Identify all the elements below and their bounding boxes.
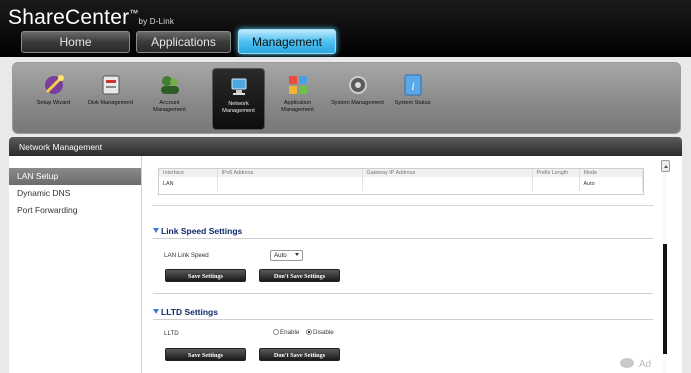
link-speed-save-button[interactable]: Save Settings bbox=[165, 269, 246, 282]
column-header: IPv6 Address bbox=[217, 169, 363, 177]
toolbar-label: System Status bbox=[394, 100, 431, 106]
gear-icon bbox=[348, 76, 367, 94]
lan-link-speed-label: LAN Link Speed bbox=[164, 252, 209, 259]
lltd-heading[interactable]: LLTD Settings bbox=[153, 307, 218, 317]
sidebar: LAN Setup Dynamic DNS Port Forwarding bbox=[9, 156, 142, 373]
table-header-row: Interface IPv6 Address Gateway IP Addres… bbox=[159, 169, 643, 177]
tab-management[interactable]: Management bbox=[238, 29, 336, 54]
management-toolbar: Setup Wizard Disk Management Account Man… bbox=[12, 62, 681, 134]
radio-on-icon bbox=[306, 329, 312, 335]
table-cell bbox=[532, 177, 580, 191]
expand-triangle-icon bbox=[153, 309, 159, 314]
tab-home[interactable]: Home bbox=[21, 31, 130, 53]
radio-label: Disable bbox=[313, 329, 334, 336]
tab-applications[interactable]: Applications bbox=[136, 31, 231, 53]
table-cell bbox=[217, 177, 363, 191]
disk-icon bbox=[102, 75, 119, 95]
toolbar-label: Disk Management bbox=[87, 100, 134, 106]
section-header: Network Management bbox=[9, 137, 682, 156]
ipv6-container: Interface IPv6 Address Gateway IP Addres… bbox=[152, 164, 654, 206]
lltd-label: LLTD bbox=[164, 330, 179, 337]
toolbar-system-management[interactable]: System Management bbox=[331, 68, 384, 130]
toolbar-application-management[interactable]: Application Management bbox=[271, 68, 324, 130]
lan-link-speed-select[interactable]: Auto bbox=[270, 250, 303, 261]
radio-off-icon bbox=[273, 329, 279, 335]
lan-link-speed-value: Auto bbox=[274, 252, 287, 259]
column-header: Mode bbox=[579, 169, 643, 177]
main-panel: Interface IPv6 Address Gateway IP Addres… bbox=[142, 156, 659, 373]
info-icon: i bbox=[404, 74, 421, 96]
table-cell: Auto bbox=[579, 177, 643, 191]
ipv6-table: Interface IPv6 Address Gateway IP Addres… bbox=[158, 168, 644, 195]
divider bbox=[153, 319, 653, 320]
svg-text:i: i bbox=[411, 79, 414, 93]
lltd-enable-radio[interactable]: Enable bbox=[273, 329, 299, 336]
column-header: Prefix Length bbox=[532, 169, 580, 177]
chevron-down-icon bbox=[295, 253, 299, 256]
toolbar-label: Network Management bbox=[222, 101, 255, 114]
content-area: LAN Setup Dynamic DNS Port Forwarding In… bbox=[9, 156, 682, 373]
column-header: Interface bbox=[159, 169, 218, 177]
toolbar-system-status[interactable]: i System Status bbox=[386, 68, 439, 130]
brand-logo: ShareCenter™by D-Link bbox=[8, 6, 174, 30]
sidebar-item-dynamic-dns[interactable]: Dynamic DNS bbox=[9, 185, 141, 202]
column-header: Gateway IP Address bbox=[362, 169, 533, 177]
toolbar-label: Application Management bbox=[281, 100, 314, 113]
watermark-text: Ad bbox=[639, 359, 652, 370]
toolbar-disk-management[interactable]: Disk Management bbox=[84, 68, 137, 130]
toolbar-setup-wizard[interactable]: Setup Wizard bbox=[27, 68, 80, 130]
toolbar-network-management[interactable]: Network Management bbox=[212, 68, 265, 130]
scroll-track[interactable] bbox=[663, 172, 667, 373]
divider bbox=[153, 293, 653, 294]
lltd-disable-radio[interactable]: Disable bbox=[306, 329, 334, 336]
toolbar-label: System Management bbox=[331, 100, 384, 106]
link-speed-heading[interactable]: Link Speed Settings bbox=[153, 226, 242, 236]
scroll-up-button[interactable] bbox=[661, 160, 670, 172]
users-icon bbox=[160, 76, 179, 94]
lltd-title: LLTD Settings bbox=[161, 307, 218, 317]
lltd-save-button[interactable]: Save Settings bbox=[165, 348, 246, 361]
expand-triangle-icon bbox=[153, 228, 159, 233]
table-row: LAN Auto bbox=[159, 177, 643, 191]
table-cell: LAN bbox=[159, 177, 218, 191]
link-speed-dont-save-button[interactable]: Don't Save Settings bbox=[259, 269, 340, 282]
scroll-thumb[interactable] bbox=[663, 244, 667, 354]
vertical-scrollbar[interactable] bbox=[660, 156, 671, 373]
sidebar-item-lan-setup[interactable]: LAN Setup bbox=[9, 168, 141, 185]
table-cell bbox=[362, 177, 533, 191]
link-speed-title: Link Speed Settings bbox=[161, 226, 243, 236]
brand-tm: ™ bbox=[129, 8, 139, 18]
sidebar-item-port-forwarding[interactable]: Port Forwarding bbox=[9, 202, 141, 219]
apps-icon bbox=[288, 76, 307, 94]
watermark: Ad bbox=[620, 358, 651, 370]
brand-by: by D-Link bbox=[138, 17, 175, 26]
toolbar-label: Setup Wizard bbox=[36, 100, 71, 106]
radio-label: Enable bbox=[280, 329, 300, 336]
toolbar-label: Account Management bbox=[153, 100, 186, 113]
toolbar-account-management[interactable]: Account Management bbox=[143, 68, 196, 130]
lltd-dont-save-button[interactable]: Don't Save Settings bbox=[259, 348, 340, 361]
brand-name: ShareCenter bbox=[8, 6, 130, 29]
network-icon bbox=[231, 78, 246, 95]
watermark-icon bbox=[620, 358, 634, 368]
wand-icon bbox=[44, 75, 64, 94]
app-header: ShareCenter™by D-Link Home Applications … bbox=[0, 0, 691, 57]
section-title: Network Management bbox=[19, 142, 103, 152]
divider bbox=[153, 238, 653, 239]
